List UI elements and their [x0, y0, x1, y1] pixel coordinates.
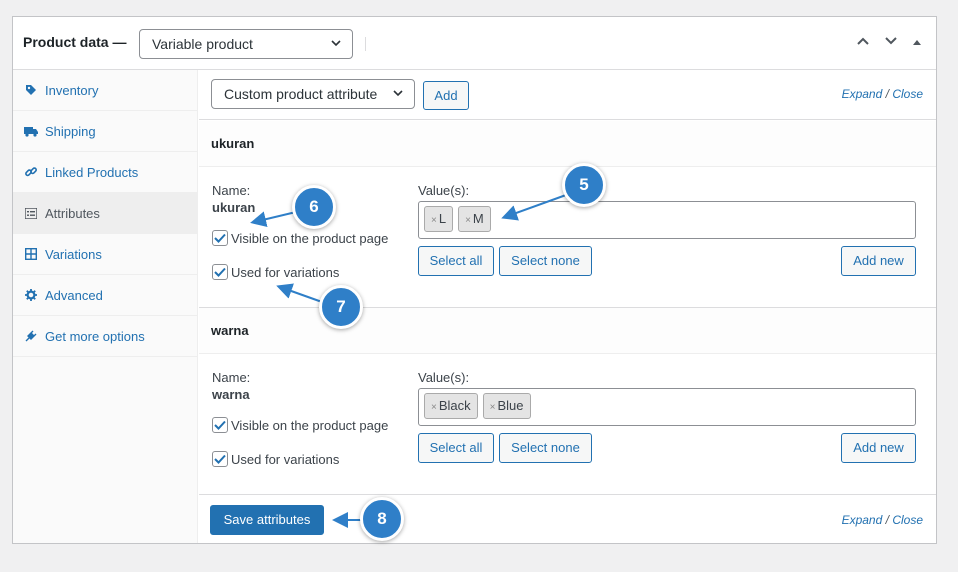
tab-inventory[interactable]: Inventory	[13, 70, 197, 111]
tab-label: Linked Products	[45, 164, 139, 180]
value-chip[interactable]: × L	[424, 206, 454, 232]
name-value: warna	[212, 387, 250, 402]
visible-label: Visible on the product page	[231, 230, 389, 246]
save-attributes-button[interactable]: Save attributes	[210, 505, 324, 535]
variations-label: Used for variations	[231, 451, 340, 467]
expand-link[interactable]: Expand	[842, 513, 883, 527]
select-all-button[interactable]: Select all	[418, 246, 494, 276]
variations-label: Used for variations	[231, 264, 340, 280]
value-chip[interactable]: × Blue	[482, 393, 531, 419]
tag-icon	[24, 83, 38, 97]
values-input[interactable]: × L × M	[418, 201, 916, 239]
collapse-toggle-icon[interactable]	[912, 34, 922, 49]
tab-shipping[interactable]: Shipping	[13, 111, 197, 152]
panel-header: Product data — Variable product	[13, 17, 936, 70]
tab-advanced[interactable]: Advanced	[13, 275, 197, 316]
attribute-title: ukuran	[211, 136, 255, 151]
callout-5: 5	[562, 163, 606, 207]
select-none-button[interactable]: Select none	[499, 246, 592, 276]
values-input[interactable]: × Black × Blue	[418, 388, 916, 426]
attribute-type-value: Custom product attribute	[224, 86, 378, 102]
attributes-footer: Save attributes Expand / Close	[199, 505, 936, 543]
add-new-button[interactable]: Add new	[841, 246, 916, 276]
checkbox-checked-icon[interactable]	[212, 417, 228, 433]
visible-checkbox-row[interactable]: Visible on the product page	[212, 230, 388, 246]
product-type-select[interactable]: Variable product	[139, 29, 353, 59]
expand-close-links: Expand / Close	[842, 513, 923, 527]
plugin-icon	[24, 329, 38, 343]
expand-link[interactable]: Expand	[842, 87, 883, 101]
checkbox-checked-icon[interactable]	[212, 230, 228, 246]
checkbox-checked-icon[interactable]	[212, 264, 228, 280]
value-chip[interactable]: × Black	[424, 393, 478, 419]
select-none-button[interactable]: Select none	[499, 433, 592, 463]
checkbox-checked-icon[interactable]	[212, 451, 228, 467]
variations-checkbox-row[interactable]: Used for variations	[212, 264, 339, 280]
visible-checkbox-row[interactable]: Visible on the product page	[212, 417, 388, 433]
visible-label: Visible on the product page	[231, 417, 389, 433]
attribute-header[interactable]: warna	[199, 308, 936, 354]
attribute-header[interactable]: ukuran	[199, 121, 936, 167]
tab-label: Variations	[45, 246, 102, 262]
callout-8: 8	[360, 497, 404, 541]
values-label: Value(s):	[418, 370, 470, 385]
remove-chip-icon[interactable]: ×	[465, 215, 471, 226]
link-icon	[24, 165, 38, 179]
product-data-tabs: Inventory Shipping Linked Products Attri…	[13, 70, 198, 543]
chip-label: L	[438, 211, 447, 226]
chip-label: M	[472, 211, 484, 226]
attribute-warna: warna Name: warna Visible on the product…	[199, 308, 936, 495]
tab-attributes[interactable]: Attributes	[13, 193, 197, 234]
name-value: ukuran	[212, 200, 256, 215]
values-label: Value(s):	[418, 183, 470, 198]
callout-7: 7	[319, 285, 363, 329]
tab-label: Advanced	[45, 287, 103, 303]
header-controls	[856, 34, 922, 49]
tab-variations[interactable]: Variations	[13, 234, 197, 275]
tab-label: Inventory	[45, 82, 99, 98]
attributes-panel: Custom product attribute Add Expand / Cl…	[199, 70, 936, 543]
variations-checkbox-row[interactable]: Used for variations	[212, 451, 339, 467]
product-data-panel: Product data — Variable product Inventor…	[12, 16, 937, 544]
move-down-icon[interactable]	[884, 34, 898, 49]
callout-6: 6	[292, 185, 336, 229]
remove-chip-icon[interactable]: ×	[431, 402, 437, 413]
name-label: Name:	[212, 183, 251, 198]
product-data-title: Product data —	[23, 34, 127, 50]
product-type-value: Variable product	[152, 36, 253, 52]
move-up-icon[interactable]	[856, 34, 870, 49]
tab-label: Shipping	[45, 123, 96, 139]
add-attribute-button[interactable]: Add	[423, 81, 469, 110]
attribute-title: warna	[211, 323, 249, 338]
gear-icon	[24, 288, 38, 302]
link-separator: /	[885, 513, 889, 527]
add-new-button[interactable]: Add new	[841, 433, 916, 463]
header-divider	[365, 37, 366, 51]
remove-chip-icon[interactable]: ×	[431, 215, 437, 226]
chip-label: Blue	[497, 398, 524, 413]
tab-get-more-options[interactable]: Get more options	[13, 316, 197, 357]
attributes-toolbar: Custom product attribute Add Expand / Cl…	[199, 70, 936, 120]
truck-icon	[24, 124, 38, 138]
value-chip[interactable]: × M	[458, 206, 491, 232]
tab-label: Attributes	[45, 205, 100, 221]
grid-icon	[24, 247, 38, 261]
tab-linked-products[interactable]: Linked Products	[13, 152, 197, 193]
name-label: Name:	[212, 370, 251, 385]
expand-close-links: Expand / Close	[842, 87, 923, 101]
close-link[interactable]: Close	[892, 513, 923, 527]
list-icon	[24, 206, 38, 220]
attribute-type-select[interactable]: Custom product attribute	[211, 79, 415, 109]
chip-label: Black	[438, 398, 471, 413]
chevron-down-icon	[330, 30, 342, 67]
chevron-down-icon	[392, 80, 404, 117]
remove-chip-icon[interactable]: ×	[490, 402, 496, 413]
link-separator: /	[885, 87, 889, 101]
close-link[interactable]: Close	[892, 87, 923, 101]
tab-label: Get more options	[45, 328, 145, 344]
select-all-button[interactable]: Select all	[418, 433, 494, 463]
